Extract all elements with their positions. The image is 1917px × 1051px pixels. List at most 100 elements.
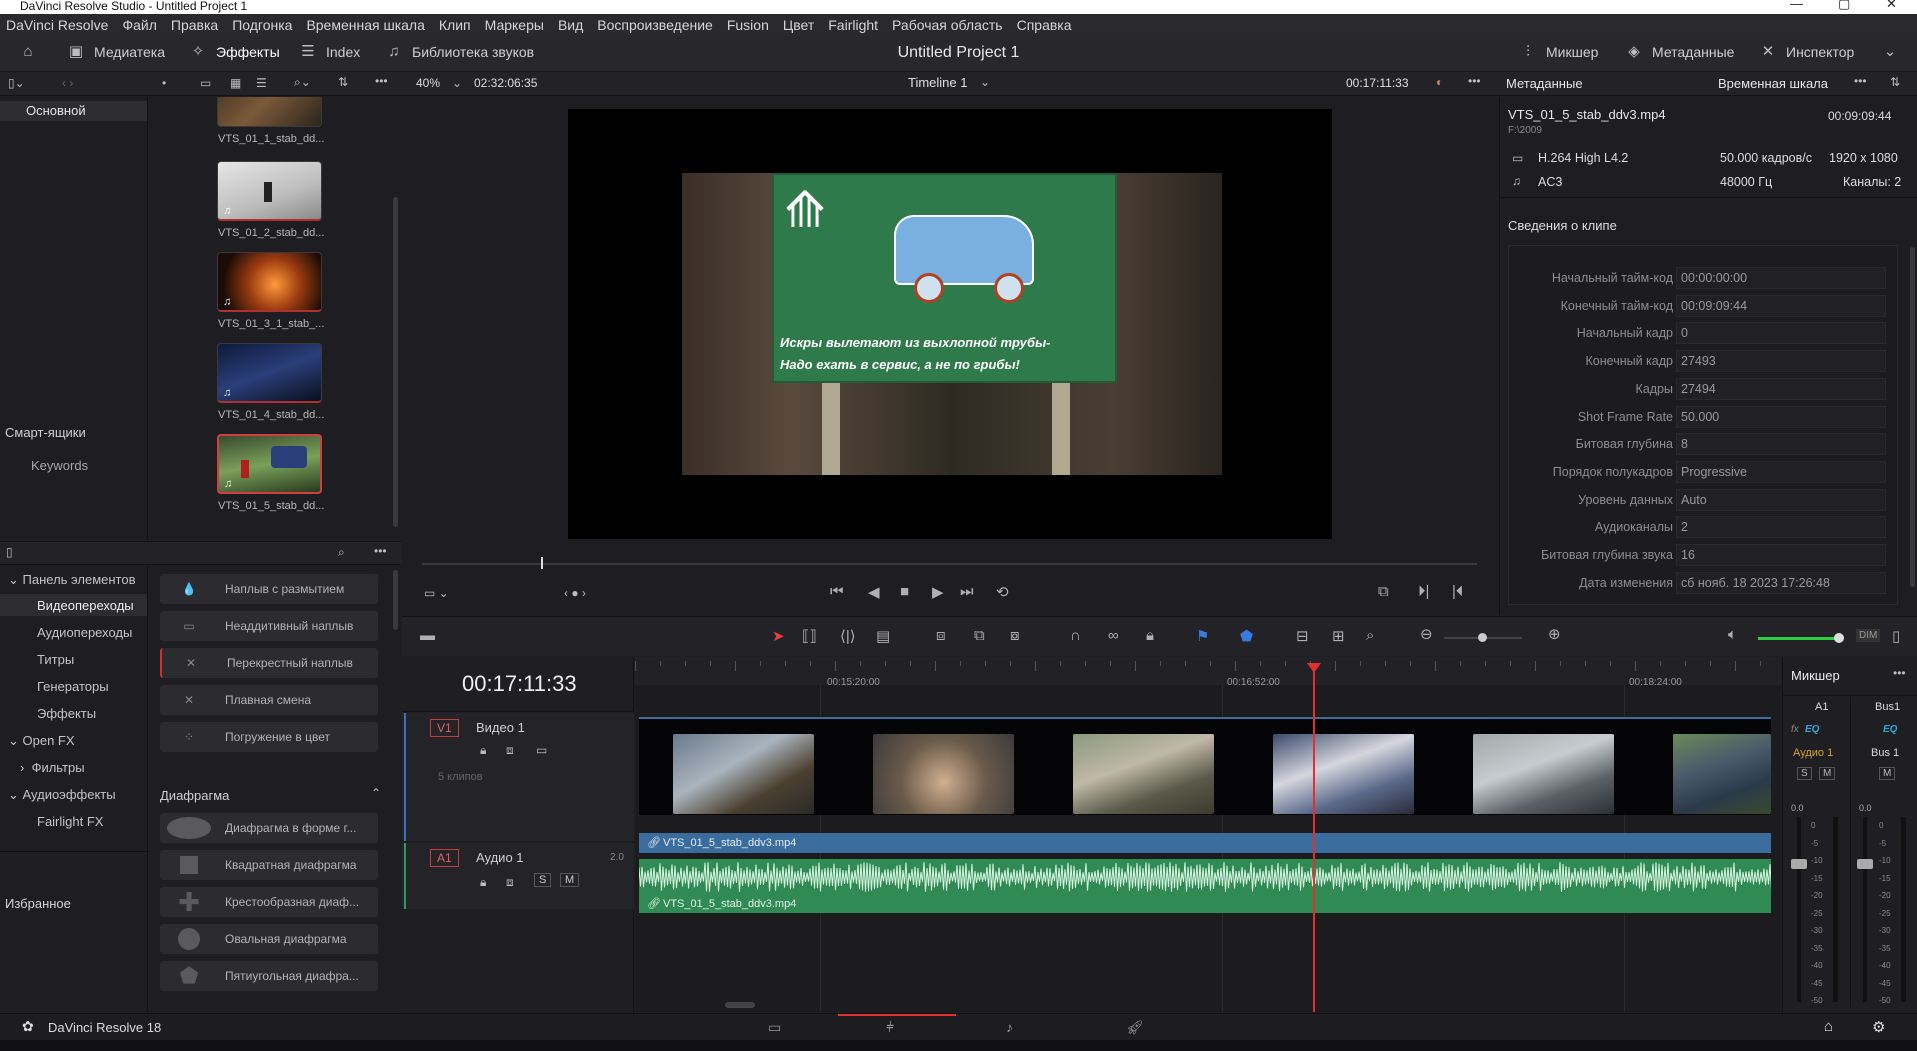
next-edit-icon[interactable]: ⏵|: [1418, 583, 1429, 600]
mixer-toggle-icon[interactable]: ▯: [1892, 627, 1900, 645]
clip-thumbnail[interactable]: [217, 97, 322, 127]
tree-effects[interactable]: Эффекты: [37, 706, 96, 721]
zoom-dropdown-icon[interactable]: ⌄: [452, 76, 462, 90]
zoom-slider-handle[interactable]: [1478, 633, 1487, 642]
zoom-full-icon[interactable]: ⊟: [1296, 627, 1309, 645]
page-media-icon[interactable]: ▭: [768, 1019, 781, 1036]
audio-track-name[interactable]: Аудио 1: [476, 850, 524, 865]
home-icon[interactable]: ⌂: [1824, 1018, 1833, 1035]
mixer-bus-eq-label[interactable]: EQ: [1883, 724, 1897, 735]
search-icon[interactable]: ⌕⌄: [294, 75, 311, 90]
track-id-v1[interactable]: V1: [430, 719, 459, 737]
timeline-h-scrollbar[interactable]: [725, 1002, 755, 1008]
tree-favorites[interactable]: Избранное: [5, 896, 71, 911]
metadata-value[interactable]: Auto: [1676, 488, 1886, 511]
trim-tool-icon[interactable]: ⟦⟧: [802, 627, 817, 645]
view-icon[interactable]: ▭: [200, 76, 211, 90]
effect-item[interactable]: Диафрагма в форме г...: [160, 813, 378, 843]
video-track-name[interactable]: Видео 1: [476, 720, 525, 735]
color-icon[interactable]: ◐: [1436, 75, 1443, 89]
effect-item[interactable]: ✚ Крестообразная диаф...: [160, 887, 378, 917]
nav-back-icon[interactable]: ‹ ›: [62, 76, 73, 90]
track-id-a1[interactable]: A1: [430, 849, 459, 867]
metadata-more-icon[interactable]: •••: [1854, 74, 1867, 88]
sort-icon[interactable]: ⇅: [338, 75, 348, 89]
clip-thumbnail[interactable]: ♫: [217, 343, 322, 403]
selection-tool-icon[interactable]: ➤: [772, 627, 785, 645]
tree-audio-transitions[interactable]: Аудиопереходы: [37, 625, 132, 640]
marker-icon[interactable]: ⬟: [1240, 627, 1253, 645]
bin-master[interactable]: Основной: [26, 103, 86, 118]
track-lock-icon[interactable]: 🔒︎: [480, 743, 486, 758]
mixer-mute-button[interactable]: M: [1819, 767, 1836, 780]
zoom-level[interactable]: 40%: [416, 76, 440, 90]
go-to-end-icon[interactable]: ⏭: [960, 583, 974, 600]
tree-filters[interactable]: › Фильтры: [20, 760, 85, 775]
effect-item[interactable]: Квадратная диафрагма: [160, 850, 378, 880]
master-volume-handle[interactable]: [1834, 633, 1844, 643]
dot-icon[interactable]: •: [162, 76, 166, 90]
mixer-more-icon[interactable]: •••: [1893, 666, 1906, 680]
tree-open-fx[interactable]: ⌄ Open FX: [8, 733, 75, 749]
metadata-value[interactable]: 00:00:00:00: [1676, 267, 1886, 289]
zoom-in-icon[interactable]: ⊕: [1548, 625, 1561, 643]
menu-item[interactable]: DaVinci Resolve: [6, 17, 108, 33]
auto-select-icon[interactable]: ⧈: [506, 743, 514, 758]
tree-generators[interactable]: Генераторы: [37, 679, 109, 694]
effect-item[interactable]: ✕ Плавная смена: [160, 685, 378, 715]
collapse-icon[interactable]: ⌃: [371, 786, 381, 800]
panel-toggle-icon[interactable]: ▯⌄: [8, 76, 25, 90]
timeline-name[interactable]: Timeline 1: [908, 75, 967, 90]
mixer-bus-mute-button[interactable]: M: [1879, 767, 1896, 780]
metadata-value[interactable]: 27493: [1676, 350, 1886, 373]
metadata-value[interactable]: 50.000: [1676, 405, 1886, 428]
mixer-button[interactable]: ⫶ Микшер: [1518, 44, 1598, 61]
page-edit-tab[interactable]: [838, 1014, 956, 1040]
timeline-timecode[interactable]: 00:17:11:33: [462, 671, 577, 697]
menu-item[interactable]: Подгонка: [232, 17, 292, 33]
scrubber-playhead[interactable]: [541, 557, 543, 569]
timeline-view-icon[interactable]: ▬: [420, 627, 435, 644]
tree-fairlight-fx[interactable]: Fairlight FX: [37, 814, 103, 829]
metadata-value[interactable]: 16: [1676, 544, 1886, 566]
fader-bus[interactable]: [1857, 859, 1873, 869]
go-to-start-icon[interactable]: ⏮: [830, 583, 844, 600]
audio-solo-button[interactable]: S: [534, 873, 552, 887]
metadata-value[interactable]: 00:09:09:44: [1676, 294, 1886, 317]
audio-clip[interactable]: 🔗︎ VTS_01_5_stab_ddv3.mp4: [639, 859, 1771, 913]
reverse-icon[interactable]: ◀: [868, 583, 880, 601]
iris-header[interactable]: Диафрагма: [160, 788, 229, 803]
expand-icon[interactable]: ⌄: [1880, 44, 1908, 60]
metadata-value[interactable]: 0: [1676, 322, 1886, 345]
prev-edit-icon[interactable]: |⏴: [1452, 583, 1463, 600]
viewer-scrubber[interactable]: [422, 563, 1477, 565]
menu-item[interactable]: Маркеры: [485, 17, 544, 33]
video-clip-label-bar[interactable]: 🔗︎ VTS_01_5_stab_ddv3.mp4: [639, 833, 1771, 853]
effect-item[interactable]: Овальная диафрагма: [160, 924, 378, 954]
tree-toolbox[interactable]: ⌄ Панель элементов: [8, 572, 136, 588]
blade-tool-icon[interactable]: ▤: [876, 627, 890, 645]
effects-panel-toggle-icon[interactable]: ▯: [6, 545, 13, 559]
loop-icon[interactable]: ⟲: [996, 583, 1009, 601]
playhead-line[interactable]: [1313, 667, 1315, 1012]
track-visibility-icon[interactable]: ▭: [536, 743, 547, 757]
effect-item[interactable]: ⁘ Погружение в цвет: [160, 722, 378, 752]
effect-item[interactable]: 💧 Наплыв с размытием: [160, 574, 378, 604]
linked-selection-icon[interactable]: ∞: [1108, 627, 1119, 644]
zoom-out-icon[interactable]: ⊖: [1420, 625, 1433, 643]
smart-bin-keywords[interactable]: Keywords: [31, 458, 88, 473]
zoom-custom-icon[interactable]: ⌕: [1366, 627, 1374, 644]
close-icon[interactable]: ✕: [1886, 0, 1897, 10]
zoom-detail-icon[interactable]: ⊞: [1332, 627, 1345, 645]
maximize-icon[interactable]: ▢: [1838, 0, 1850, 10]
metadata-value[interactable]: сб нояб. 18 2023 17:26:48: [1676, 571, 1886, 594]
effects-scrollbar[interactable]: [393, 570, 398, 630]
menu-item[interactable]: Fairlight: [828, 17, 878, 33]
list-view-icon[interactable]: ☰: [256, 76, 267, 90]
page-fairlight-icon[interactable]: ♪: [1006, 1019, 1013, 1035]
viewer-size-icon[interactable]: ▭ ⌄: [424, 586, 449, 600]
snapping-icon[interactable]: ∩: [1070, 627, 1081, 644]
menu-item[interactable]: Воспроизведение: [597, 17, 713, 33]
menu-item[interactable]: Правка: [171, 17, 218, 33]
grid-view-icon[interactable]: ▦: [230, 76, 241, 90]
